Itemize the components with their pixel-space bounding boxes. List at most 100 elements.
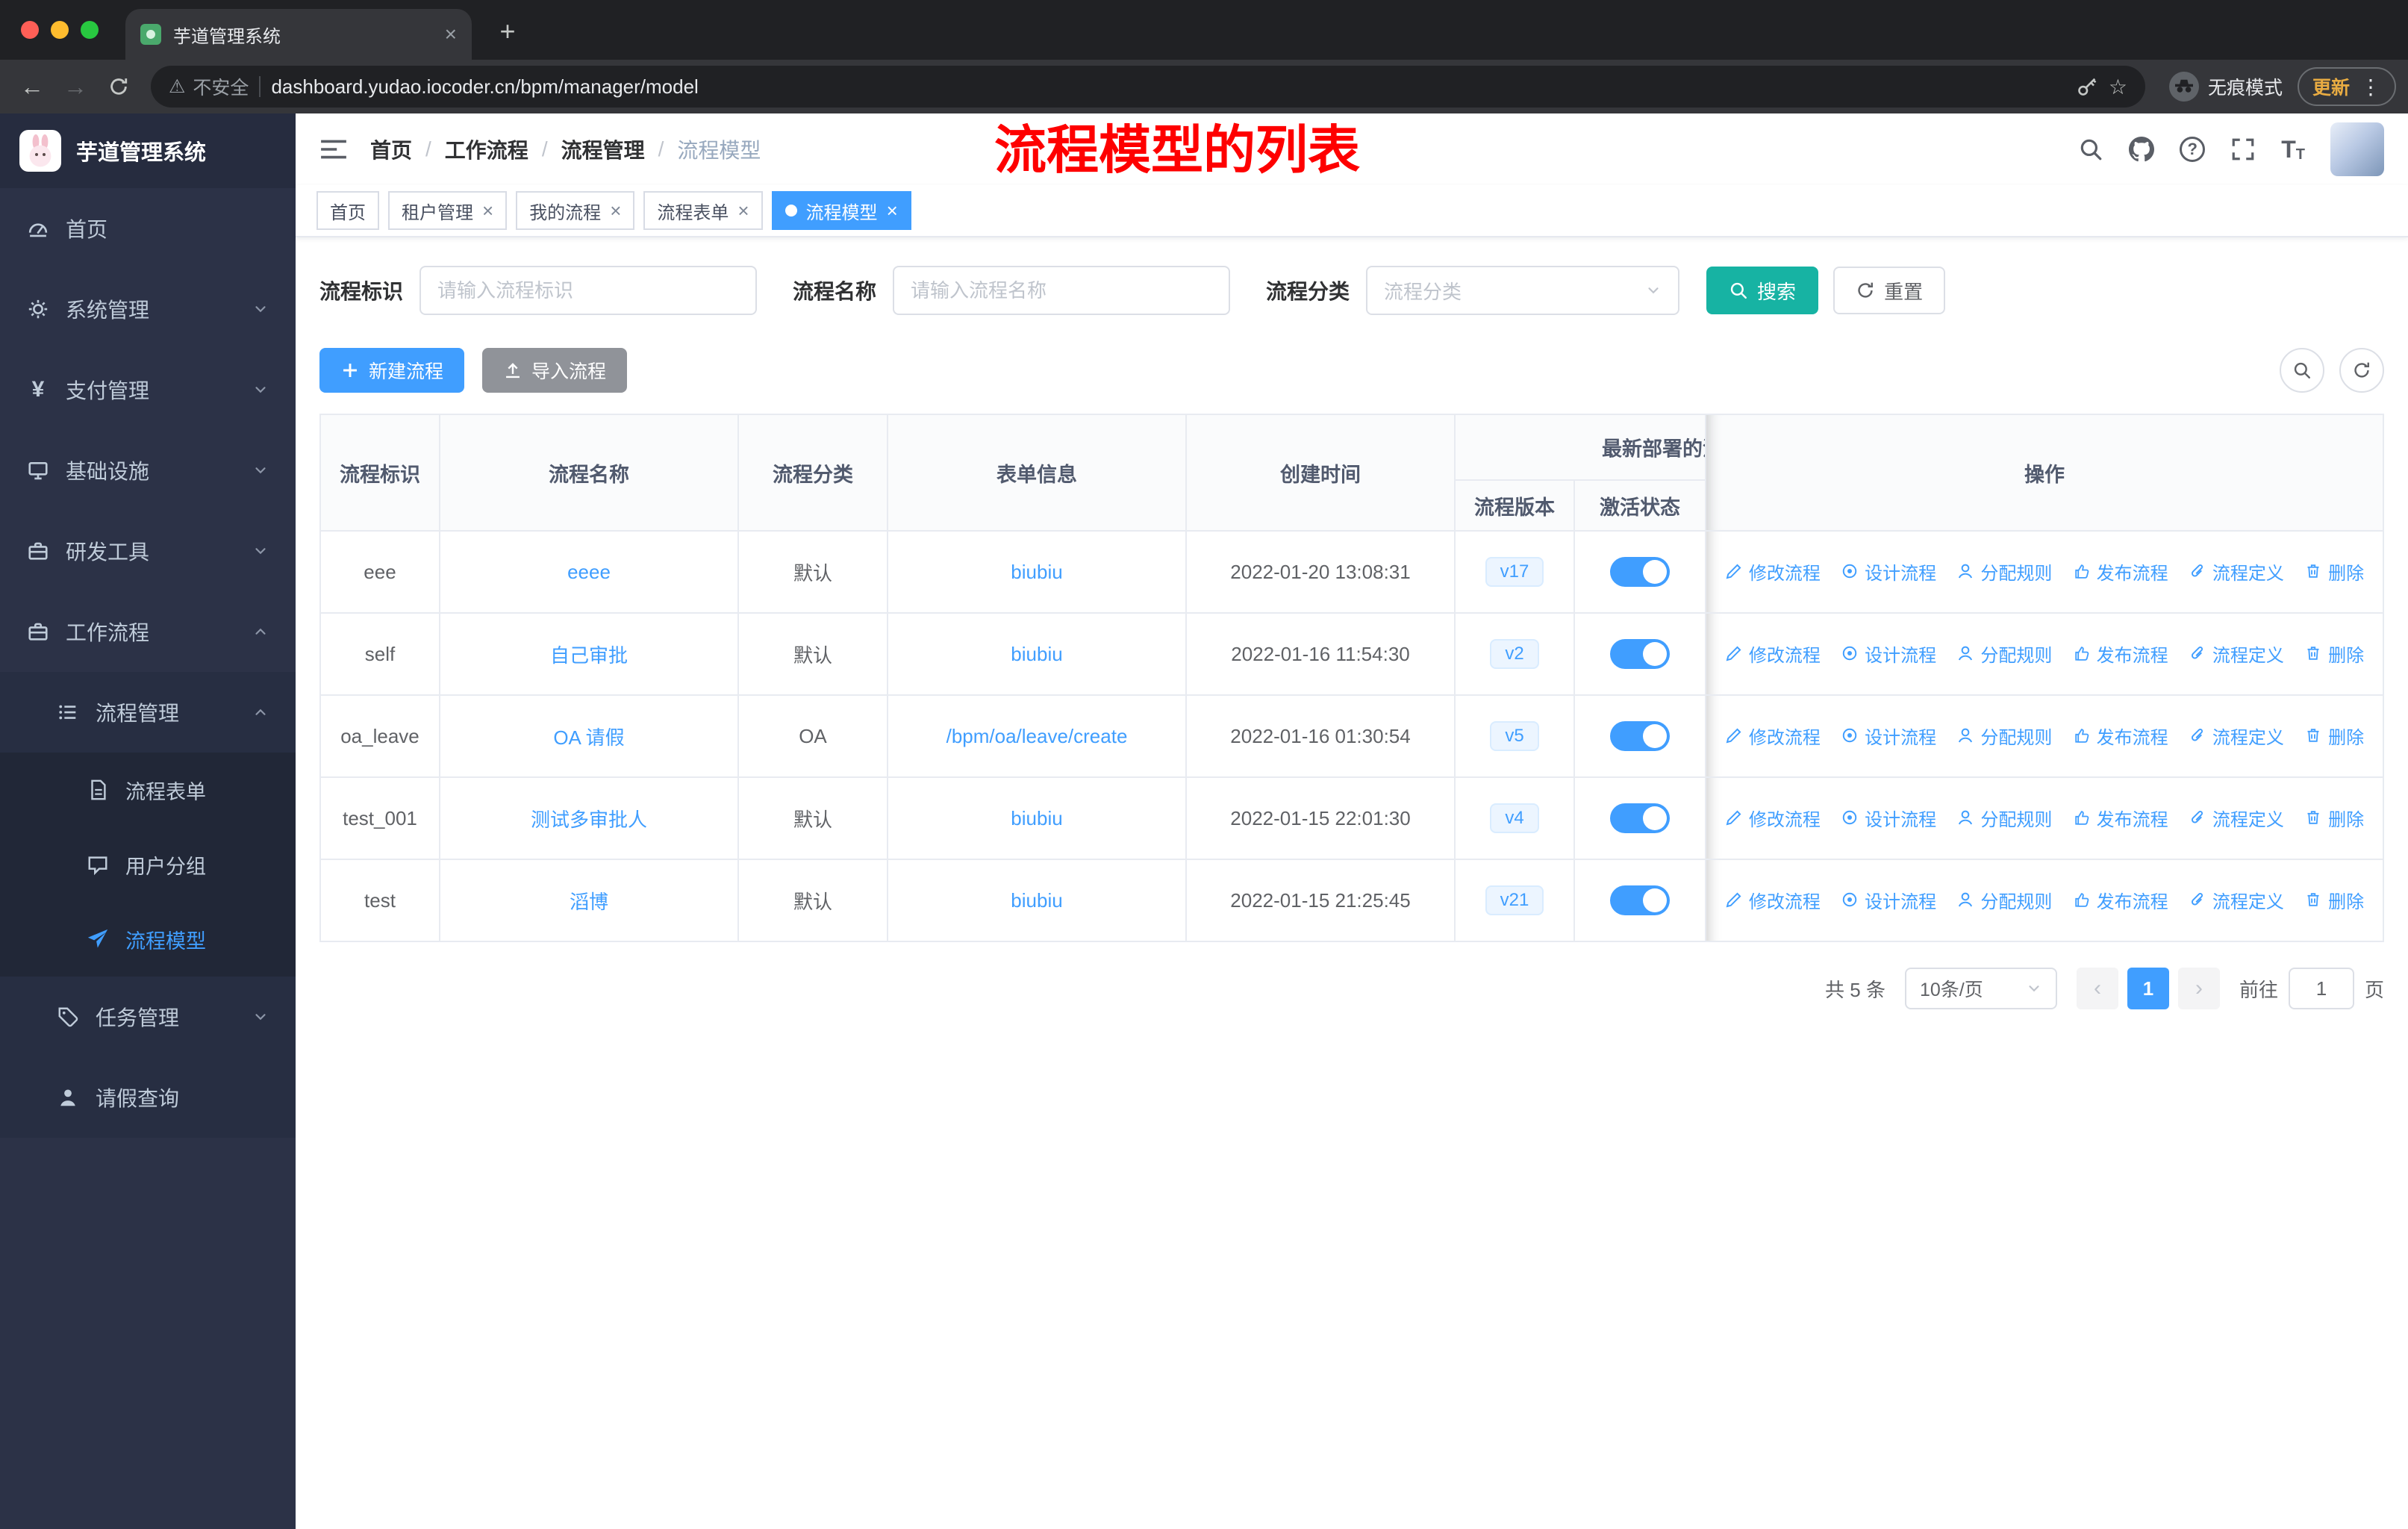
assign-rule-link[interactable]: 分配规则 [1956,723,2052,749]
active-status-toggle[interactable] [1610,639,1670,669]
search-icon[interactable] [2078,137,2103,162]
sidebar-item-leave-query[interactable]: 请假查询 [0,1057,296,1138]
delete-link[interactable]: 删除 [2304,887,2364,913]
tag-my-process[interactable]: 我的流程 × [516,191,635,230]
delete-link[interactable]: 删除 [2304,558,2364,585]
active-status-toggle[interactable] [1610,803,1670,833]
forward-button[interactable]: → [55,66,96,107]
process-id-input[interactable] [419,266,758,315]
hamburger-menu-icon[interactable] [319,137,348,162]
sidebar-item-dev-tools[interactable]: 研发工具 [0,511,296,591]
chrome-update-button[interactable]: 更新 ⋮ [2297,67,2396,106]
reload-button[interactable] [99,66,139,107]
user-avatar[interactable] [2330,122,2384,176]
tag-tenant-management[interactable]: 租户管理 × [388,191,508,230]
sidebar-item-payment[interactable]: ¥ 支付管理 [0,349,296,430]
site-security-chip[interactable]: ⚠ 不安全 [169,73,249,100]
publish-process-link[interactable]: 发布流程 [2073,558,2168,585]
font-size-icon[interactable]: T T [2281,136,2305,164]
tab-close-icon[interactable]: × [445,22,457,46]
publish-process-link[interactable]: 发布流程 [2073,641,2168,667]
reset-button[interactable]: 重置 [1833,267,1946,314]
import-process-button[interactable]: 导入流程 [482,348,628,393]
sidebar-item-process-model[interactable]: 流程模型 [0,902,296,977]
zoom-window-button[interactable] [81,21,99,39]
sidebar-item-process-management[interactable]: 流程管理 [0,672,296,753]
form-info-link[interactable]: biubiu [1011,807,1062,829]
edit-process-link[interactable]: 修改流程 [1725,641,1821,667]
active-status-toggle[interactable] [1610,557,1670,587]
tag-close-icon[interactable]: × [737,199,749,222]
fullscreen-icon[interactable] [2230,137,2256,162]
assign-rule-link[interactable]: 分配规则 [1956,805,2052,831]
process-name-link[interactable]: 测试多审批人 [531,809,647,831]
url-text[interactable]: dashboard.yudao.iocoder.cn/bpm/manager/m… [271,75,2065,99]
breadcrumb-workflow[interactable]: 工作流程 [445,134,528,164]
search-button[interactable]: 搜索 [1706,267,1819,314]
process-definition-link[interactable]: 流程定义 [2189,723,2284,749]
process-definition-link[interactable]: 流程定义 [2189,641,2284,667]
sidebar-item-infrastructure[interactable]: 基础设施 [0,430,296,511]
tag-process-model[interactable]: 流程模型 × [771,191,911,230]
process-name-link[interactable]: 滔博 [570,891,608,913]
delete-link[interactable]: 删除 [2304,723,2364,749]
process-definition-link[interactable]: 流程定义 [2189,558,2284,585]
password-key-icon[interactable] [2076,75,2098,98]
tag-close-icon[interactable]: × [610,199,621,222]
show-search-toggle-button[interactable] [2280,348,2324,393]
assign-rule-link[interactable]: 分配规则 [1956,887,2052,913]
process-name-link[interactable]: eeee [567,561,611,583]
tag-close-icon[interactable]: × [887,199,898,222]
assign-rule-link[interactable]: 分配规则 [1956,641,2052,667]
sidebar-item-system[interactable]: 系统管理 [0,269,296,349]
form-info-link[interactable]: biubiu [1011,561,1062,583]
create-process-button[interactable]: 新建流程 [319,348,465,393]
assign-rule-link[interactable]: 分配规则 [1956,558,2052,585]
process-name-link[interactable]: 自己审批 [550,644,628,667]
delete-link[interactable]: 删除 [2304,641,2364,667]
design-process-link[interactable]: 设计流程 [1841,558,1936,585]
active-status-toggle[interactable] [1610,721,1670,751]
sidebar-item-task-management[interactable]: 任务管理 [0,977,296,1057]
design-process-link[interactable]: 设计流程 [1841,723,1936,749]
address-bar[interactable]: ⚠ 不安全 dashboard.yudao.iocoder.cn/bpm/man… [151,66,2145,108]
process-category-select[interactable]: 流程分类 [1366,266,1680,315]
goto-page-input[interactable] [2288,968,2354,1009]
next-page-button[interactable]: › [2177,968,2220,1009]
tag-close-icon[interactable]: × [482,199,493,222]
minimize-window-button[interactable] [51,21,69,39]
design-process-link[interactable]: 设计流程 [1841,887,1936,913]
browser-menu-icon[interactable]: ⋮ [2360,75,2381,99]
breadcrumb-home[interactable]: 首页 [370,134,412,164]
help-icon[interactable]: ? [2180,137,2206,162]
publish-process-link[interactable]: 发布流程 [2073,805,2168,831]
tag-process-form[interactable]: 流程表单 × [643,191,763,230]
page-size-select[interactable]: 10条/页 [1904,968,2057,1009]
form-info-link[interactable]: biubiu [1011,643,1062,665]
design-process-link[interactable]: 设计流程 [1841,805,1936,831]
process-name-input[interactable] [893,266,1231,315]
edit-process-link[interactable]: 修改流程 [1725,805,1821,831]
bookmark-star-icon[interactable]: ☆ [2109,75,2127,99]
back-button[interactable]: ← [12,66,52,107]
process-definition-link[interactable]: 流程定义 [2189,887,2284,913]
sidebar-item-workflow[interactable]: 工作流程 [0,591,296,672]
edit-process-link[interactable]: 修改流程 [1725,723,1821,749]
new-tab-button[interactable]: + [490,13,525,49]
active-status-toggle[interactable] [1610,885,1670,915]
process-definition-link[interactable]: 流程定义 [2189,805,2284,831]
prev-page-button[interactable]: ‹ [2076,968,2118,1009]
edit-process-link[interactable]: 修改流程 [1725,558,1821,585]
sidebar-item-home[interactable]: 首页 [0,188,296,269]
form-info-link[interactable]: /bpm/oa/leave/create [946,725,1128,747]
sidebar-item-user-group[interactable]: 用户分组 [0,827,296,902]
current-page-button[interactable]: 1 [2127,968,2169,1009]
edit-process-link[interactable]: 修改流程 [1725,887,1821,913]
process-name-link[interactable]: OA 请假 [553,726,624,749]
publish-process-link[interactable]: 发布流程 [2073,723,2168,749]
sidebar-item-process-form[interactable]: 流程表单 [0,753,296,827]
refresh-table-button[interactable] [2339,348,2384,393]
breadcrumb-process-management[interactable]: 流程管理 [561,134,645,164]
tag-home[interactable]: 首页 [316,191,379,230]
delete-link[interactable]: 删除 [2304,805,2364,831]
